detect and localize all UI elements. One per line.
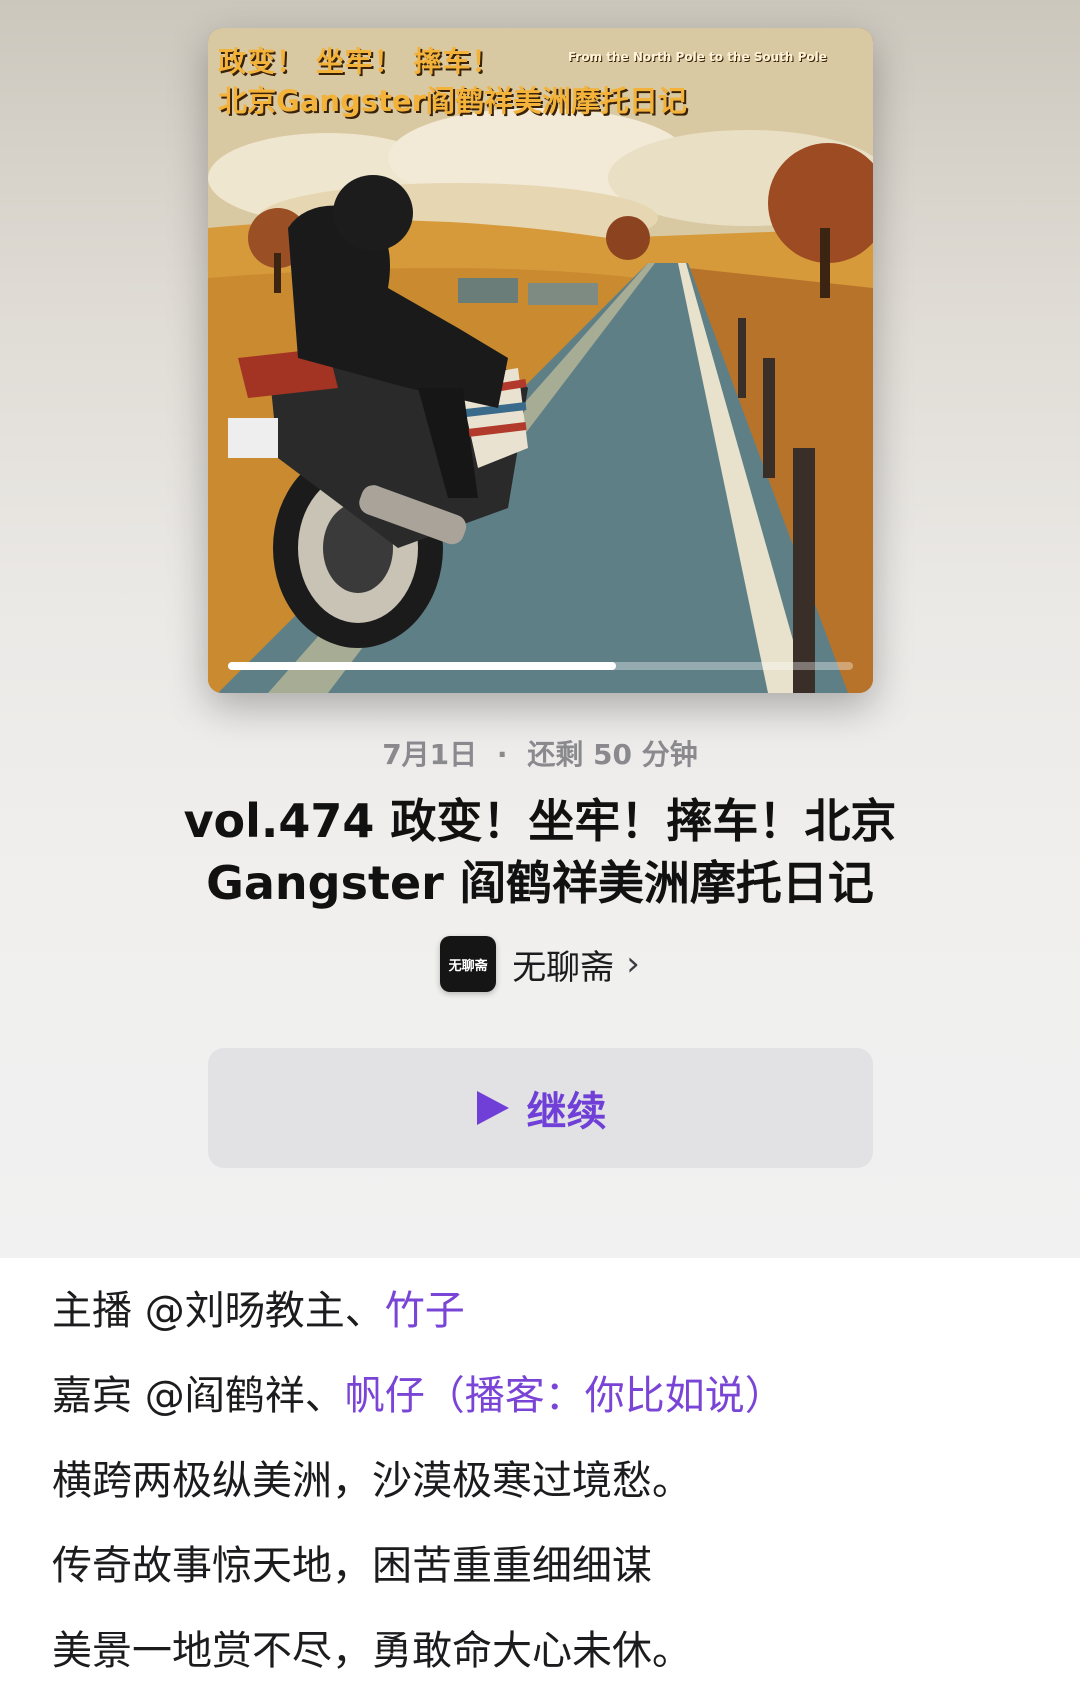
episode-remaining-time: 还剩 50 分钟: [527, 738, 698, 771]
poem-line: 美景一地赏不尽，勇敢命大心未休。: [52, 1628, 692, 1674]
artwork-illustration: [208, 28, 873, 693]
poem-line: 横跨两极纵美洲，沙漠极寒过境愁。: [52, 1458, 692, 1504]
artwork-title-line-2: 北京Gangster阎鹤祥美洲摩托日记: [218, 84, 687, 118]
host-link[interactable]: 竹子: [385, 1288, 465, 1334]
episode-meta: 7月1日 · 还剩 50 分钟: [0, 733, 1080, 773]
guest-link[interactable]: 帆仔（播客：你比如说）: [345, 1373, 785, 1419]
host-prefix: 主播 @刘旸教主、: [52, 1288, 385, 1334]
artwork-subtitle: From the North Pole to the South Pole: [568, 50, 827, 64]
artwork-title-line-1: 政变！ 坐牢！ 摔车！: [218, 45, 501, 78]
playback-progress-bar[interactable]: [228, 662, 853, 670]
show-logo: 无聊斋: [440, 936, 497, 992]
show-link[interactable]: 无聊斋 无聊斋 ›: [0, 935, 1080, 993]
continue-label: 继续: [526, 1090, 607, 1134]
chevron-right-icon: ›: [626, 944, 640, 984]
guest-prefix: 嘉宾 @阎鹤祥、: [52, 1373, 345, 1419]
poem-line: 传奇故事惊天地，困苦重重细细谋: [52, 1543, 652, 1589]
play-icon: [476, 1091, 509, 1125]
host-line: 主播 @刘旸教主、竹子: [52, 1283, 1032, 1368]
guest-line: 嘉宾 @阎鹤祥、帆仔（播客：你比如说）: [52, 1368, 1032, 1453]
episode-header: 政变！ 坐牢！ 摔车！ From the North Pole to the S…: [0, 0, 1080, 1258]
playback-progress-fill: [228, 662, 616, 670]
episode-artwork[interactable]: 政变！ 坐牢！ 摔车！ From the North Pole to the S…: [208, 28, 873, 693]
episode-title: vol.474 政变！坐牢！摔车！北京 Gangster 阎鹤祥美洲摩托日记: [183, 794, 897, 910]
continue-play-button[interactable]: 继续: [208, 1048, 873, 1168]
show-name: 无聊斋: [512, 947, 615, 988]
meta-separator: ·: [496, 738, 508, 771]
episode-date: 7月1日: [382, 738, 478, 771]
episode-description: 主播 @刘旸教主、竹子 嘉宾 @阎鹤祥、帆仔（播客：你比如说） 横跨两极纵美洲，…: [52, 1283, 1032, 1708]
